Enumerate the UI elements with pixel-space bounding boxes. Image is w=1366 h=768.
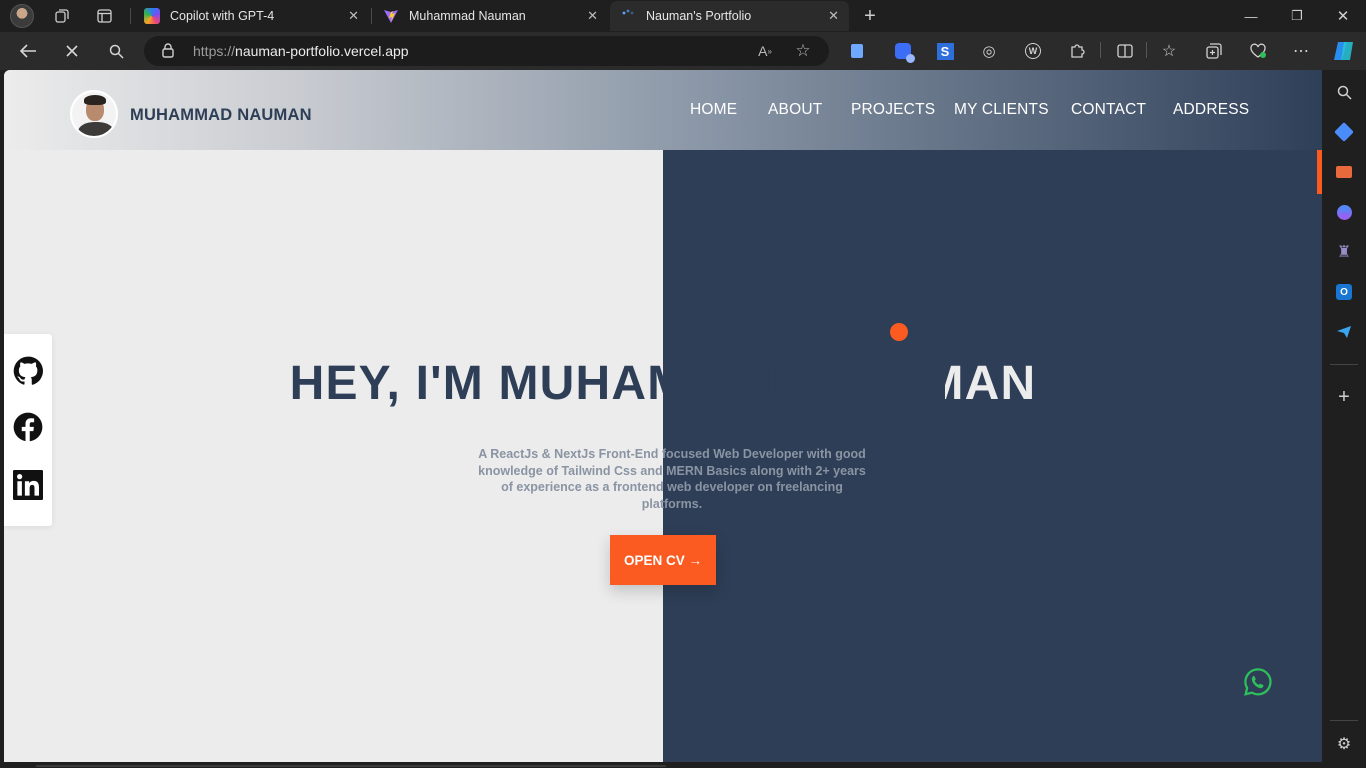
tab-naumans-portfolio[interactable]: Nauman's Portfolio ✕ — [610, 1, 849, 31]
hero-headline: HEY, I'M MUHAMMAD NAUMAN — [4, 356, 1322, 411]
shopping-tag-icon[interactable] — [1333, 121, 1355, 143]
close-window-icon[interactable]: ✕ — [1320, 0, 1366, 32]
tools-briefcase-icon[interactable] — [1333, 161, 1355, 183]
site-header: MUHAMMAD NAUMAN HOME ABOUT PROJECTS MY C… — [4, 70, 1322, 150]
avatar[interactable] — [70, 90, 118, 138]
s-extension-icon[interactable]: S — [934, 40, 956, 62]
loading-icon — [620, 8, 636, 24]
vite-icon — [383, 8, 399, 24]
tab-title: Nauman's Portfolio — [646, 9, 752, 23]
send-drop-icon[interactable] — [1333, 321, 1355, 343]
search-icon[interactable] — [1333, 81, 1355, 103]
games-icon[interactable]: ♜ — [1333, 241, 1355, 263]
hero-description: A ReactJs & NextJs Front-End focused Web… — [478, 447, 866, 511]
title-bar: Copilot with GPT-4 ✕ Muhammad Nauman ✕ N… — [0, 0, 1366, 32]
minimize-icon[interactable]: — — [1228, 0, 1274, 32]
close-tab-icon[interactable]: ✕ — [348, 8, 359, 24]
nav-contact[interactable]: CONTACT — [1071, 101, 1146, 119]
browser-toolbar: https://nauman-portfolio.vercel.app A» ☆… — [0, 32, 1366, 70]
bottom-edge — [0, 762, 1366, 768]
page-viewport: MUHAMMAD NAUMAN HOME ABOUT PROJECTS MY C… — [4, 70, 1322, 762]
sidebar-settings-icon[interactable]: ⚙ — [1333, 733, 1355, 755]
tab-muhammad-nauman[interactable]: Muhammad Nauman ✕ — [373, 1, 608, 31]
browser-sidebar: ♜ O + ⚙ — [1322, 70, 1366, 768]
add-sidebar-app-icon[interactable]: + — [1333, 386, 1355, 408]
new-tab-icon[interactable]: + — [857, 4, 883, 28]
nav-about[interactable]: ABOUT — [768, 101, 822, 119]
close-tab-icon[interactable]: ✕ — [828, 8, 839, 24]
close-tab-icon[interactable]: ✕ — [587, 8, 598, 24]
more-menu-icon[interactable]: ⋯ — [1290, 40, 1312, 62]
stop-loading-icon[interactable] — [57, 36, 87, 66]
back-icon[interactable] — [13, 36, 43, 66]
open-cv-button[interactable]: OPEN CV → — [610, 535, 716, 585]
extensions-puzzle-icon[interactable] — [1066, 40, 1088, 62]
facebook-icon[interactable] — [13, 412, 43, 442]
dark-panel — [663, 70, 1322, 762]
restore-icon[interactable]: ❐ — [1274, 0, 1320, 32]
favorites-icon[interactable]: ☆ — [1158, 40, 1180, 62]
copilot-icon — [144, 8, 160, 24]
browser-profile-avatar[interactable] — [10, 4, 34, 28]
outlook-icon[interactable]: O — [1333, 281, 1355, 303]
whatsapp-icon[interactable] — [1243, 667, 1273, 697]
collections-ext-icon[interactable] — [846, 40, 868, 62]
linkedin-icon[interactable] — [13, 470, 43, 500]
brand-name[interactable]: MUHAMMAD NAUMAN — [130, 106, 312, 125]
target-extension-icon[interactable]: ◎ — [978, 40, 1000, 62]
split-screen-icon[interactable] — [1114, 40, 1136, 62]
collections-icon[interactable] — [1203, 40, 1225, 62]
w-extension-icon[interactable]: W — [1022, 40, 1044, 62]
tab-actions-icon[interactable] — [91, 4, 117, 28]
tab-copilot[interactable]: Copilot with GPT-4 ✕ — [134, 1, 369, 31]
url-text[interactable]: https://nauman-portfolio.vercel.app — [193, 43, 409, 59]
nav-address[interactable]: ADDRESS — [1173, 101, 1249, 119]
lock-icon[interactable] — [162, 43, 174, 58]
search-icon[interactable] — [101, 36, 131, 66]
read-aloud-icon[interactable]: A» — [755, 41, 775, 61]
tab-title: Muhammad Nauman — [409, 9, 526, 23]
workspaces-icon[interactable] — [49, 4, 75, 28]
favorite-star-icon[interactable]: ☆ — [793, 41, 813, 61]
copilot-app-icon[interactable] — [1333, 201, 1355, 223]
browser-essentials-icon[interactable] — [1247, 40, 1269, 62]
tab-title: Copilot with GPT-4 — [170, 9, 275, 23]
nav-my-clients[interactable]: MY CLIENTS — [954, 101, 1049, 119]
decorative-dot — [890, 323, 908, 341]
extension-tool-icon[interactable] — [892, 40, 915, 63]
nav-projects[interactable]: PROJECTS — [851, 101, 935, 119]
nav-home[interactable]: HOME — [690, 101, 737, 119]
copilot-sidebar-icon[interactable] — [1331, 40, 1357, 62]
address-bar[interactable]: https://nauman-portfolio.vercel.app A» ☆ — [144, 36, 829, 66]
